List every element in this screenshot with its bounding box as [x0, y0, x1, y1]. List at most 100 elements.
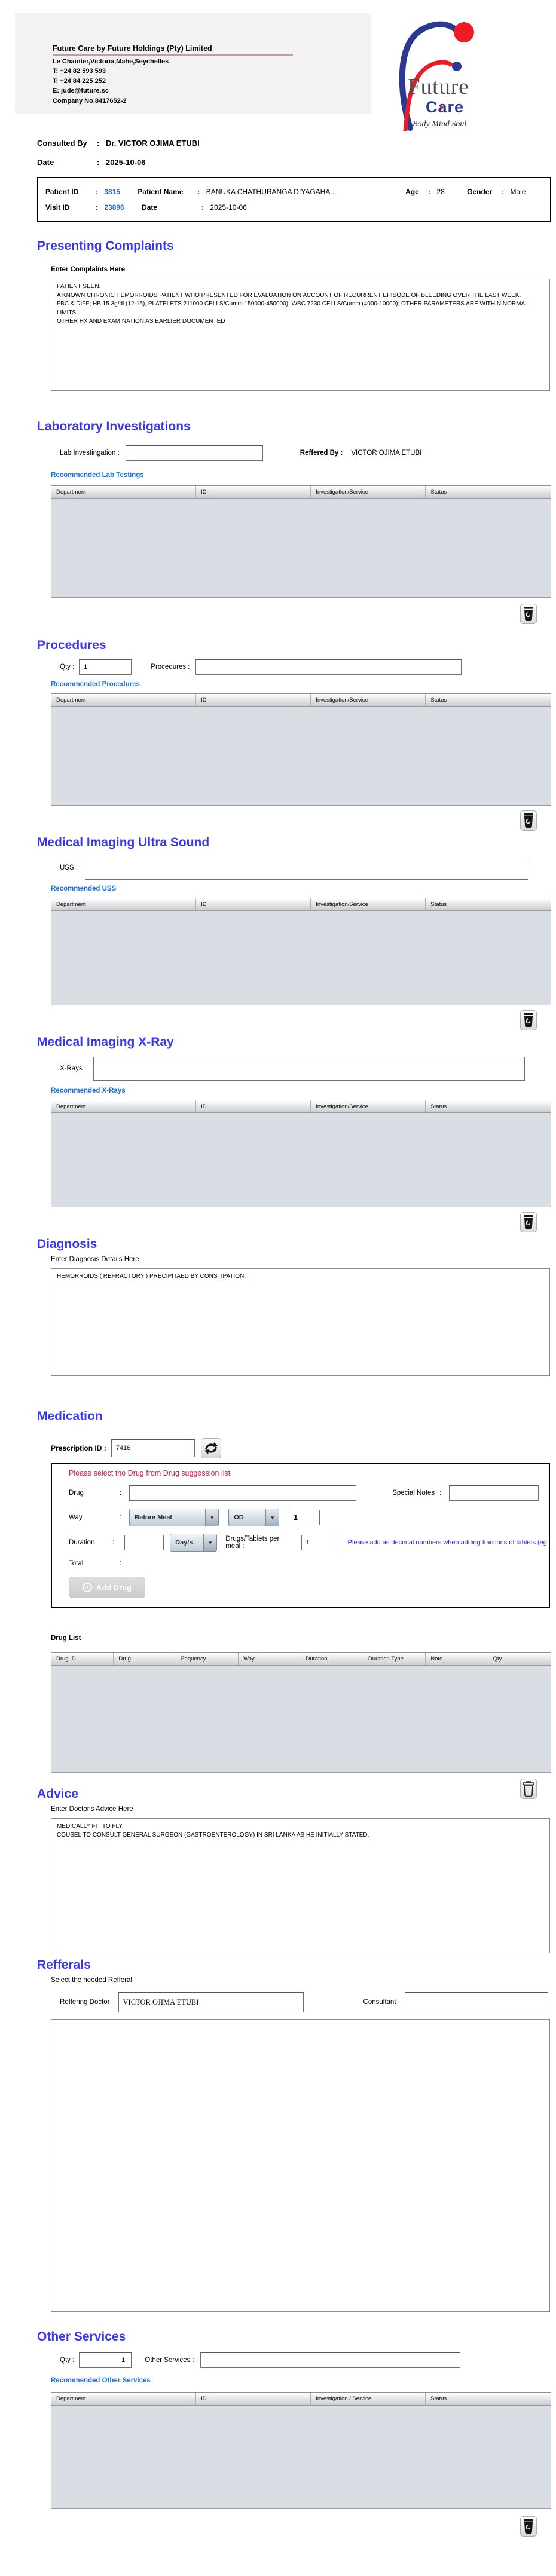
consultation-page: Future Care by Future Holdings (Pty) Lim… — [0, 0, 556, 2576]
procedures-qty-input[interactable] — [79, 659, 132, 675]
gender-label: Gender — [467, 188, 493, 196]
section-title-xray: Medical Imaging X-Ray — [37, 1035, 174, 1049]
way-select[interactable]: Before Meal ▼ — [129, 1509, 219, 1526]
company-email: E: jude@future.sc — [53, 87, 109, 94]
advice-textarea[interactable]: MEDICALLY FIT TO FLY COUSEL TO CONSULT G… — [51, 1818, 550, 1953]
patient-id-label: Patient ID — [45, 188, 79, 196]
duration-input[interactable] — [124, 1535, 164, 1550]
duration-label: Duration — [69, 1539, 95, 1546]
advice-label: Enter Doctor's Advice Here — [51, 1806, 133, 1813]
drug-label: Drug — [69, 1489, 84, 1497]
referred-by-value: VICTOR OJIMA ETUBI — [351, 449, 422, 457]
trash-icon — [524, 607, 533, 622]
procedures-input[interactable] — [195, 659, 462, 675]
uss-table-body — [51, 911, 551, 1005]
clear-uss-button[interactable] — [520, 1010, 537, 1030]
chevron-down-icon: ▼ — [203, 1534, 217, 1551]
column-header: Department — [51, 2393, 197, 2405]
diagnosis-textarea[interactable]: HEMORROIDS ( REFRACTORY ) PRECIPITAED BY… — [51, 1268, 550, 1376]
xray-input[interactable] — [93, 1057, 526, 1081]
lab-testings-table: Department ID Investigation/Service Status — [51, 485, 551, 598]
clear-lab-button[interactable] — [520, 604, 537, 624]
way-label: Way — [69, 1514, 83, 1521]
section-title-referrals: Refferals — [37, 1958, 91, 1972]
column-header: ID — [196, 486, 311, 498]
clear-procedures-button[interactable] — [520, 810, 537, 831]
referring-doctor-label: Reffering Doctor — [60, 1999, 110, 2006]
prescription-id-input[interactable] — [111, 1439, 195, 1457]
drug-list-table-header: Drug ID Drug Fequency Way Duration Duration T… — [51, 1652, 551, 1666]
xray-table: Department ID Investigation/Service Status — [51, 1100, 551, 1207]
referral-list-box — [51, 2019, 550, 2312]
trash-icon — [524, 2519, 533, 2534]
refresh-icon — [204, 1442, 218, 1454]
clear-other-services-button[interactable] — [520, 2516, 537, 2537]
uss-label: USS — [60, 864, 78, 871]
trash-icon — [524, 813, 533, 828]
visit-id-value: 23896 — [104, 203, 124, 212]
age-label: Age — [405, 188, 419, 196]
special-notes-input[interactable] — [449, 1485, 539, 1501]
section-title-laboratory: Laboratory Investigations — [37, 420, 191, 433]
other-services-table-body — [51, 2406, 551, 2509]
plus-icon: + — [82, 1583, 92, 1592]
other-services-input[interactable] — [200, 2352, 460, 2368]
company-address: Le Chainter,Victoria,Mahe,Seychelles — [53, 57, 169, 65]
other-services-qty-input[interactable] — [79, 2352, 132, 2368]
consulted-by-row: Consulted By Dr. VICTOR OJIMA ETUBI — [37, 139, 556, 148]
lab-investigation-input[interactable] — [125, 445, 263, 461]
column-header: Status — [430, 1103, 447, 1110]
complaints-textarea[interactable]: PATIENT SEEN. A KNOWN CHRONIC HEMORROIDS… — [51, 279, 550, 391]
recommended-lab-testings-link: Recommended Lab Testings — [51, 472, 144, 479]
consulted-by-label: Consulted By — [37, 139, 87, 148]
column-header: Department — [51, 1100, 197, 1112]
date-value: 2025-10-06 — [105, 158, 146, 167]
column-header: Status — [430, 901, 447, 908]
trash-icon — [524, 1215, 533, 1230]
duration-unit-select[interactable]: Day/s ▼ — [170, 1534, 218, 1552]
company-phone-2: T: +24 84 225 252 — [53, 77, 106, 85]
patient-name-value: BANUKA CHATHURANGA DIYAGAHA... — [206, 188, 337, 196]
other-services-qty-label: Qty — [60, 2357, 74, 2364]
procedures-table-header: Department ID Investigation/Service Status — [51, 693, 551, 707]
add-drug-button[interactable]: + Add Drug — [69, 1577, 145, 1598]
clear-advice-button[interactable] — [520, 1779, 537, 1799]
uss-input[interactable] — [85, 856, 529, 880]
refresh-prescription-button[interactable] — [200, 1438, 221, 1458]
column-header: Fequency — [176, 1653, 239, 1665]
column-header: Qty — [493, 1656, 502, 1662]
per-meal-input[interactable] — [301, 1535, 338, 1550]
referring-doctor-input[interactable] — [118, 1992, 304, 2012]
consultant-input[interactable] — [404, 1992, 548, 2012]
heart-icon: ♥ — [439, 103, 445, 112]
frequency-qty-input[interactable] — [289, 1510, 320, 1525]
per-meal-label: Drugs/Tablets per meal — [225, 1535, 295, 1550]
other-services-table-header: Department ID Investigation / Service Statu… — [51, 2392, 551, 2406]
advice-section: Advice Enter Doctor's Advice Here MEDICA… — [0, 1779, 556, 1953]
column-header: Way — [239, 1653, 301, 1665]
section-title-diagnosis: Diagnosis — [37, 1237, 97, 1251]
column-header: Department — [51, 898, 197, 910]
column-header: Duration Type — [363, 1653, 426, 1665]
frequency-select[interactable]: OD ▼ — [228, 1509, 280, 1526]
recommended-xray-link: Recommended X-Rays — [51, 1087, 126, 1094]
column-header: Investigation/Service — [311, 486, 426, 498]
column-header: Investigation/Service — [311, 898, 426, 910]
column-header: Status — [430, 697, 447, 703]
complaints-label: Enter Complaints Here — [51, 266, 125, 273]
lab-table-header: Department ID Investigation/Service Status — [51, 485, 551, 499]
section-title-medication: Medication — [37, 1409, 103, 1423]
recommended-other-services-link: Recommended Other Services — [51, 2377, 151, 2384]
patient-name-label: Patient Name — [138, 188, 184, 196]
referred-by-label: Reffered By — [300, 449, 343, 457]
clear-xray-button[interactable] — [520, 1212, 537, 1232]
drug-input[interactable] — [129, 1485, 357, 1501]
uss-table: Department ID Investigation/Service Status — [51, 898, 551, 1005]
column-header: Status — [430, 2396, 447, 2402]
xray-label: X-Rays — [60, 1065, 86, 1072]
logo-tagline: Body Mind Soul — [413, 120, 467, 129]
consulted-by-value: Dr. VICTOR OJIMA ETUBI — [105, 139, 200, 148]
logo-wordmark-care: Care ♥ — [426, 98, 465, 116]
referrals-label: Select the needed Refferal — [51, 1977, 132, 1984]
total-label: Total — [69, 1560, 84, 1567]
